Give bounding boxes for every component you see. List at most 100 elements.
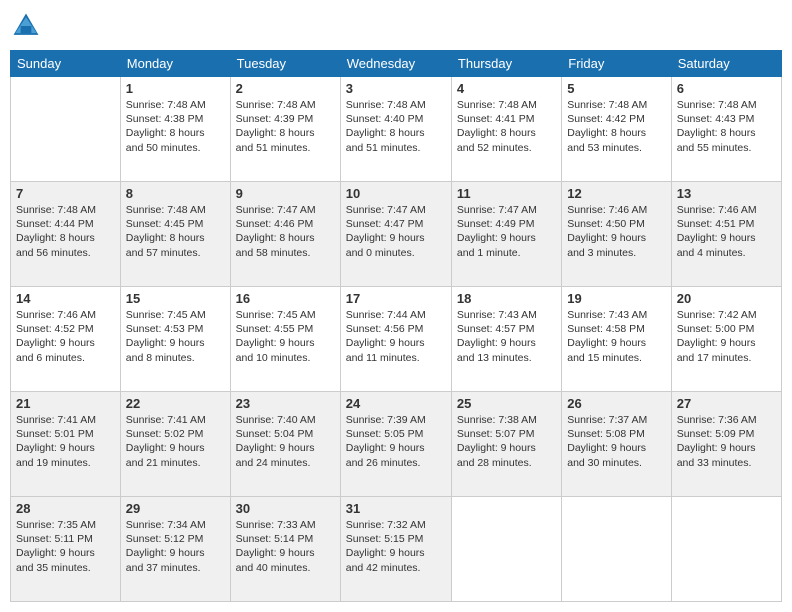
calendar-cell: 18 Sunrise: 7:43 AMSunset: 4:57 PMDayligh… — [451, 287, 561, 392]
day-number: 21 — [16, 396, 115, 411]
calendar-cell: 31Sunrise: 7:32 AMSunset: 5:15 PMDayligh… — [340, 497, 451, 602]
calendar-day-header: Wednesday — [340, 51, 451, 77]
day-info: Sunrise: 7:44 AMSunset: 4:56 PMDaylight:… — [346, 308, 446, 365]
calendar-week-row: 7 Sunrise: 7:48 AMSunset: 4:44 PMDaylight… — [11, 182, 782, 287]
calendar-cell: 16 Sunrise: 7:45 AMSunset: 4:55 PMDayligh… — [230, 287, 340, 392]
day-number: 30 — [236, 501, 335, 516]
calendar-cell: 22 Sunrise: 7:41 AMSunset: 5:02 PMDayligh… — [120, 392, 230, 497]
calendar-cell: 23Sunrise: 7:40 AMSunset: 5:04 PMDayligh… — [230, 392, 340, 497]
day-info: Sunrise: 7:33 AMSunset: 5:14 PMDaylight:… — [236, 518, 335, 575]
calendar-cell: 11 Sunrise: 7:47 AMSunset: 4:49 PMDayligh… — [451, 182, 561, 287]
calendar-day-header: Thursday — [451, 51, 561, 77]
day-info: Sunrise: 7:47 AMSunset: 4:47 PMDaylight:… — [346, 203, 446, 260]
calendar-cell: 19Sunrise: 7:43 AMSunset: 4:58 PMDayligh… — [562, 287, 671, 392]
calendar-cell — [451, 497, 561, 602]
day-number: 7 — [16, 186, 115, 201]
calendar-cell: 9 Sunrise: 7:47 AMSunset: 4:46 PMDaylight… — [230, 182, 340, 287]
calendar-week-row: 1 Sunrise: 7:48 AMSunset: 4:38 PMDaylight… — [11, 77, 782, 182]
day-info: Sunrise: 7:42 AMSunset: 5:00 PMDaylight:… — [677, 308, 776, 365]
calendar-day-header: Saturday — [671, 51, 781, 77]
day-info: Sunrise: 7:48 AMSunset: 4:38 PMDaylight:… — [126, 98, 225, 155]
day-number: 13 — [677, 186, 776, 201]
day-number: 2 — [236, 81, 335, 96]
day-number: 11 — [457, 186, 556, 201]
day-info: Sunrise: 7:48 AMSunset: 4:44 PMDaylight:… — [16, 203, 115, 260]
day-number: 1 — [126, 81, 225, 96]
calendar-cell: 30 Sunrise: 7:33 AMSunset: 5:14 PMDayligh… — [230, 497, 340, 602]
calendar-week-row: 21 Sunrise: 7:41 AMSunset: 5:01 PMDayligh… — [11, 392, 782, 497]
day-info: Sunrise: 7:47 AMSunset: 4:46 PMDaylight:… — [236, 203, 335, 260]
logo-icon — [10, 10, 42, 42]
day-number: 14 — [16, 291, 115, 306]
calendar-cell: 12Sunrise: 7:46 AMSunset: 4:50 PMDayligh… — [562, 182, 671, 287]
calendar-cell: 1 Sunrise: 7:48 AMSunset: 4:38 PMDaylight… — [120, 77, 230, 182]
day-number: 9 — [236, 186, 335, 201]
calendar-cell — [671, 497, 781, 602]
calendar-cell: 3 Sunrise: 7:48 AMSunset: 4:40 PMDaylight… — [340, 77, 451, 182]
calendar-cell — [11, 77, 121, 182]
day-info: Sunrise: 7:34 AMSunset: 5:12 PMDaylight:… — [126, 518, 225, 575]
day-info: Sunrise: 7:46 AMSunset: 4:52 PMDaylight:… — [16, 308, 115, 365]
day-number: 12 — [567, 186, 665, 201]
day-number: 4 — [457, 81, 556, 96]
day-number: 10 — [346, 186, 446, 201]
page: SundayMondayTuesdayWednesdayThursdayFrid… — [0, 0, 792, 612]
day-number: 16 — [236, 291, 335, 306]
day-info: Sunrise: 7:41 AMSunset: 5:01 PMDaylight:… — [16, 413, 115, 470]
header — [10, 10, 782, 42]
day-info: Sunrise: 7:48 AMSunset: 4:43 PMDaylight:… — [677, 98, 776, 155]
day-number: 15 — [126, 291, 225, 306]
day-info: Sunrise: 7:43 AMSunset: 4:58 PMDaylight:… — [567, 308, 665, 365]
day-number: 25 — [457, 396, 556, 411]
calendar-cell: 6 Sunrise: 7:48 AMSunset: 4:43 PMDaylight… — [671, 77, 781, 182]
calendar-cell: 25 Sunrise: 7:38 AMSunset: 5:07 PMDayligh… — [451, 392, 561, 497]
day-info: Sunrise: 7:41 AMSunset: 5:02 PMDaylight:… — [126, 413, 225, 470]
day-info: Sunrise: 7:36 AMSunset: 5:09 PMDaylight:… — [677, 413, 776, 470]
calendar-cell: 7 Sunrise: 7:48 AMSunset: 4:44 PMDaylight… — [11, 182, 121, 287]
day-number: 6 — [677, 81, 776, 96]
day-number: 18 — [457, 291, 556, 306]
day-info: Sunrise: 7:40 AMSunset: 5:04 PMDaylight:… — [236, 413, 335, 470]
calendar-cell: 8 Sunrise: 7:48 AMSunset: 4:45 PMDaylight… — [120, 182, 230, 287]
calendar-day-header: Friday — [562, 51, 671, 77]
day-number: 8 — [126, 186, 225, 201]
day-info: Sunrise: 7:35 AMSunset: 5:11 PMDaylight:… — [16, 518, 115, 575]
day-number: 5 — [567, 81, 665, 96]
calendar-day-header: Monday — [120, 51, 230, 77]
calendar-cell: 20 Sunrise: 7:42 AMSunset: 5:00 PMDayligh… — [671, 287, 781, 392]
day-number: 29 — [126, 501, 225, 516]
calendar-cell: 10 Sunrise: 7:47 AMSunset: 4:47 PMDayligh… — [340, 182, 451, 287]
day-info: Sunrise: 7:38 AMSunset: 5:07 PMDaylight:… — [457, 413, 556, 470]
day-number: 28 — [16, 501, 115, 516]
day-number: 3 — [346, 81, 446, 96]
calendar-cell: 28 Sunrise: 7:35 AMSunset: 5:11 PMDayligh… — [11, 497, 121, 602]
calendar-cell: 13Sunrise: 7:46 AMSunset: 4:51 PMDayligh… — [671, 182, 781, 287]
calendar-cell: 2 Sunrise: 7:48 AMSunset: 4:39 PMDaylight… — [230, 77, 340, 182]
day-number: 26 — [567, 396, 665, 411]
calendar-cell: 5Sunrise: 7:48 AMSunset: 4:42 PMDaylight… — [562, 77, 671, 182]
day-info: Sunrise: 7:48 AMSunset: 4:45 PMDaylight:… — [126, 203, 225, 260]
day-info: Sunrise: 7:43 AMSunset: 4:57 PMDaylight:… — [457, 308, 556, 365]
calendar-cell: 17Sunrise: 7:44 AMSunset: 4:56 PMDayligh… — [340, 287, 451, 392]
calendar-day-header: Sunday — [11, 51, 121, 77]
calendar-cell: 15 Sunrise: 7:45 AMSunset: 4:53 PMDayligh… — [120, 287, 230, 392]
calendar-cell: 24Sunrise: 7:39 AMSunset: 5:05 PMDayligh… — [340, 392, 451, 497]
calendar-cell: 29 Sunrise: 7:34 AMSunset: 5:12 PMDayligh… — [120, 497, 230, 602]
day-number: 20 — [677, 291, 776, 306]
calendar-cell: 14 Sunrise: 7:46 AMSunset: 4:52 PMDayligh… — [11, 287, 121, 392]
day-info: Sunrise: 7:45 AMSunset: 4:55 PMDaylight:… — [236, 308, 335, 365]
day-info: Sunrise: 7:47 AMSunset: 4:49 PMDaylight:… — [457, 203, 556, 260]
day-number: 24 — [346, 396, 446, 411]
day-number: 22 — [126, 396, 225, 411]
day-info: Sunrise: 7:48 AMSunset: 4:40 PMDaylight:… — [346, 98, 446, 155]
day-info: Sunrise: 7:32 AMSunset: 5:15 PMDaylight:… — [346, 518, 446, 575]
calendar-header-row: SundayMondayTuesdayWednesdayThursdayFrid… — [11, 51, 782, 77]
calendar-cell: 26Sunrise: 7:37 AMSunset: 5:08 PMDayligh… — [562, 392, 671, 497]
calendar-cell: 27Sunrise: 7:36 AMSunset: 5:09 PMDayligh… — [671, 392, 781, 497]
logo — [10, 10, 46, 42]
day-info: Sunrise: 7:48 AMSunset: 4:39 PMDaylight:… — [236, 98, 335, 155]
calendar-cell: 4Sunrise: 7:48 AMSunset: 4:41 PMDaylight… — [451, 77, 561, 182]
day-info: Sunrise: 7:45 AMSunset: 4:53 PMDaylight:… — [126, 308, 225, 365]
calendar-week-row: 14 Sunrise: 7:46 AMSunset: 4:52 PMDayligh… — [11, 287, 782, 392]
calendar-cell — [562, 497, 671, 602]
